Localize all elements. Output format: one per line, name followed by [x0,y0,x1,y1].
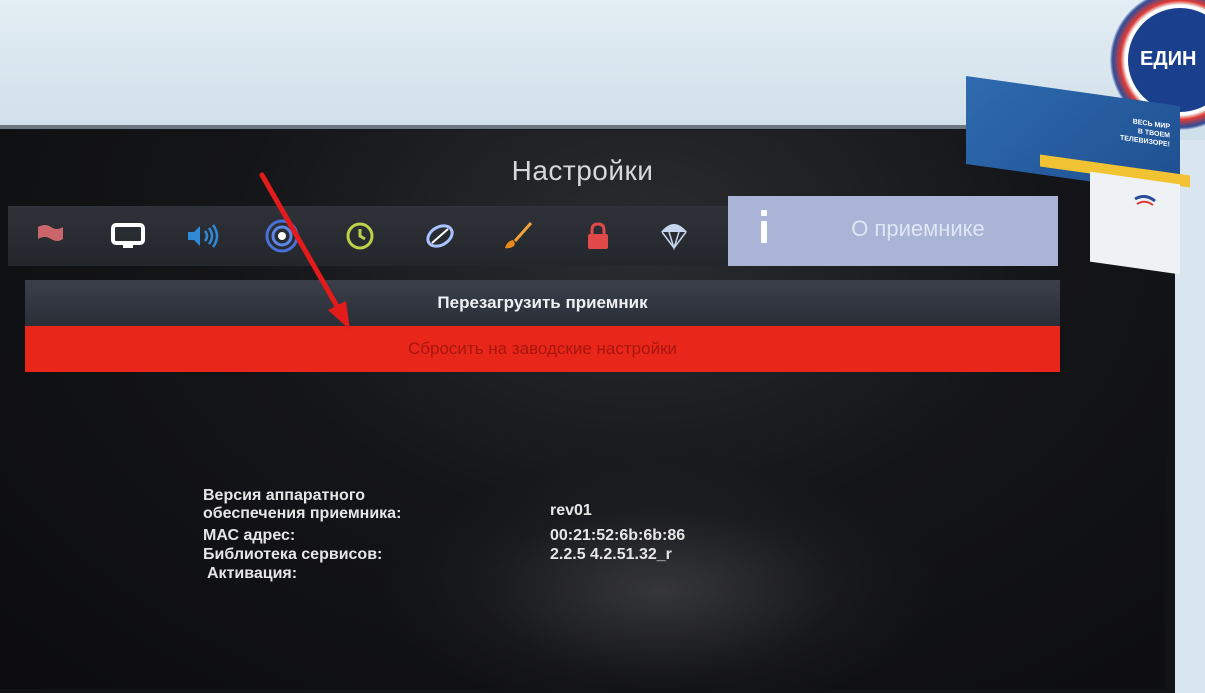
hw-version-label-line1: Версия аппаратного [203,487,366,504]
screen-reflection [380,460,940,689]
brush-icon[interactable] [500,218,536,254]
services-library-value: 2.2.5 4.2.51.32_r [550,546,672,563]
mac-address-value: 00:21:52:6b:6b:86 [550,527,686,544]
satellite-icon[interactable] [422,218,458,254]
services-library-label: Библиотека сервисов: [203,546,383,563]
promo-placard [1090,171,1180,275]
language-flag-icon[interactable] [32,218,68,254]
tv-screen: Настройки О приемнике Перезагрузить прие… [0,130,1165,689]
lock-icon[interactable] [580,218,616,254]
factory-reset-button[interactable]: Сбросить на заводские настройки [25,326,1060,372]
hw-version-value: rev01 [550,502,592,519]
info-icon [758,210,770,250]
hw-version-label-line2: обеспечения приемника: [203,505,402,522]
annotation-arrow [259,172,350,330]
reboot-receiver-button[interactable]: Перезагрузить приемник [25,280,1060,326]
tv-display-icon[interactable] [110,218,146,254]
tab-about-receiver-label: О приемнике [851,216,985,241]
placard-logo-icon [1134,195,1156,206]
activation-label: Активация: [207,565,298,582]
tab-about-receiver[interactable]: О приемнике [728,196,1058,266]
brand-logo-text: ЕДИН [1140,48,1197,70]
parachute-icon[interactable] [656,218,692,254]
sound-icon[interactable] [186,218,222,254]
mac-address-label: МАС адрес: [203,527,296,544]
